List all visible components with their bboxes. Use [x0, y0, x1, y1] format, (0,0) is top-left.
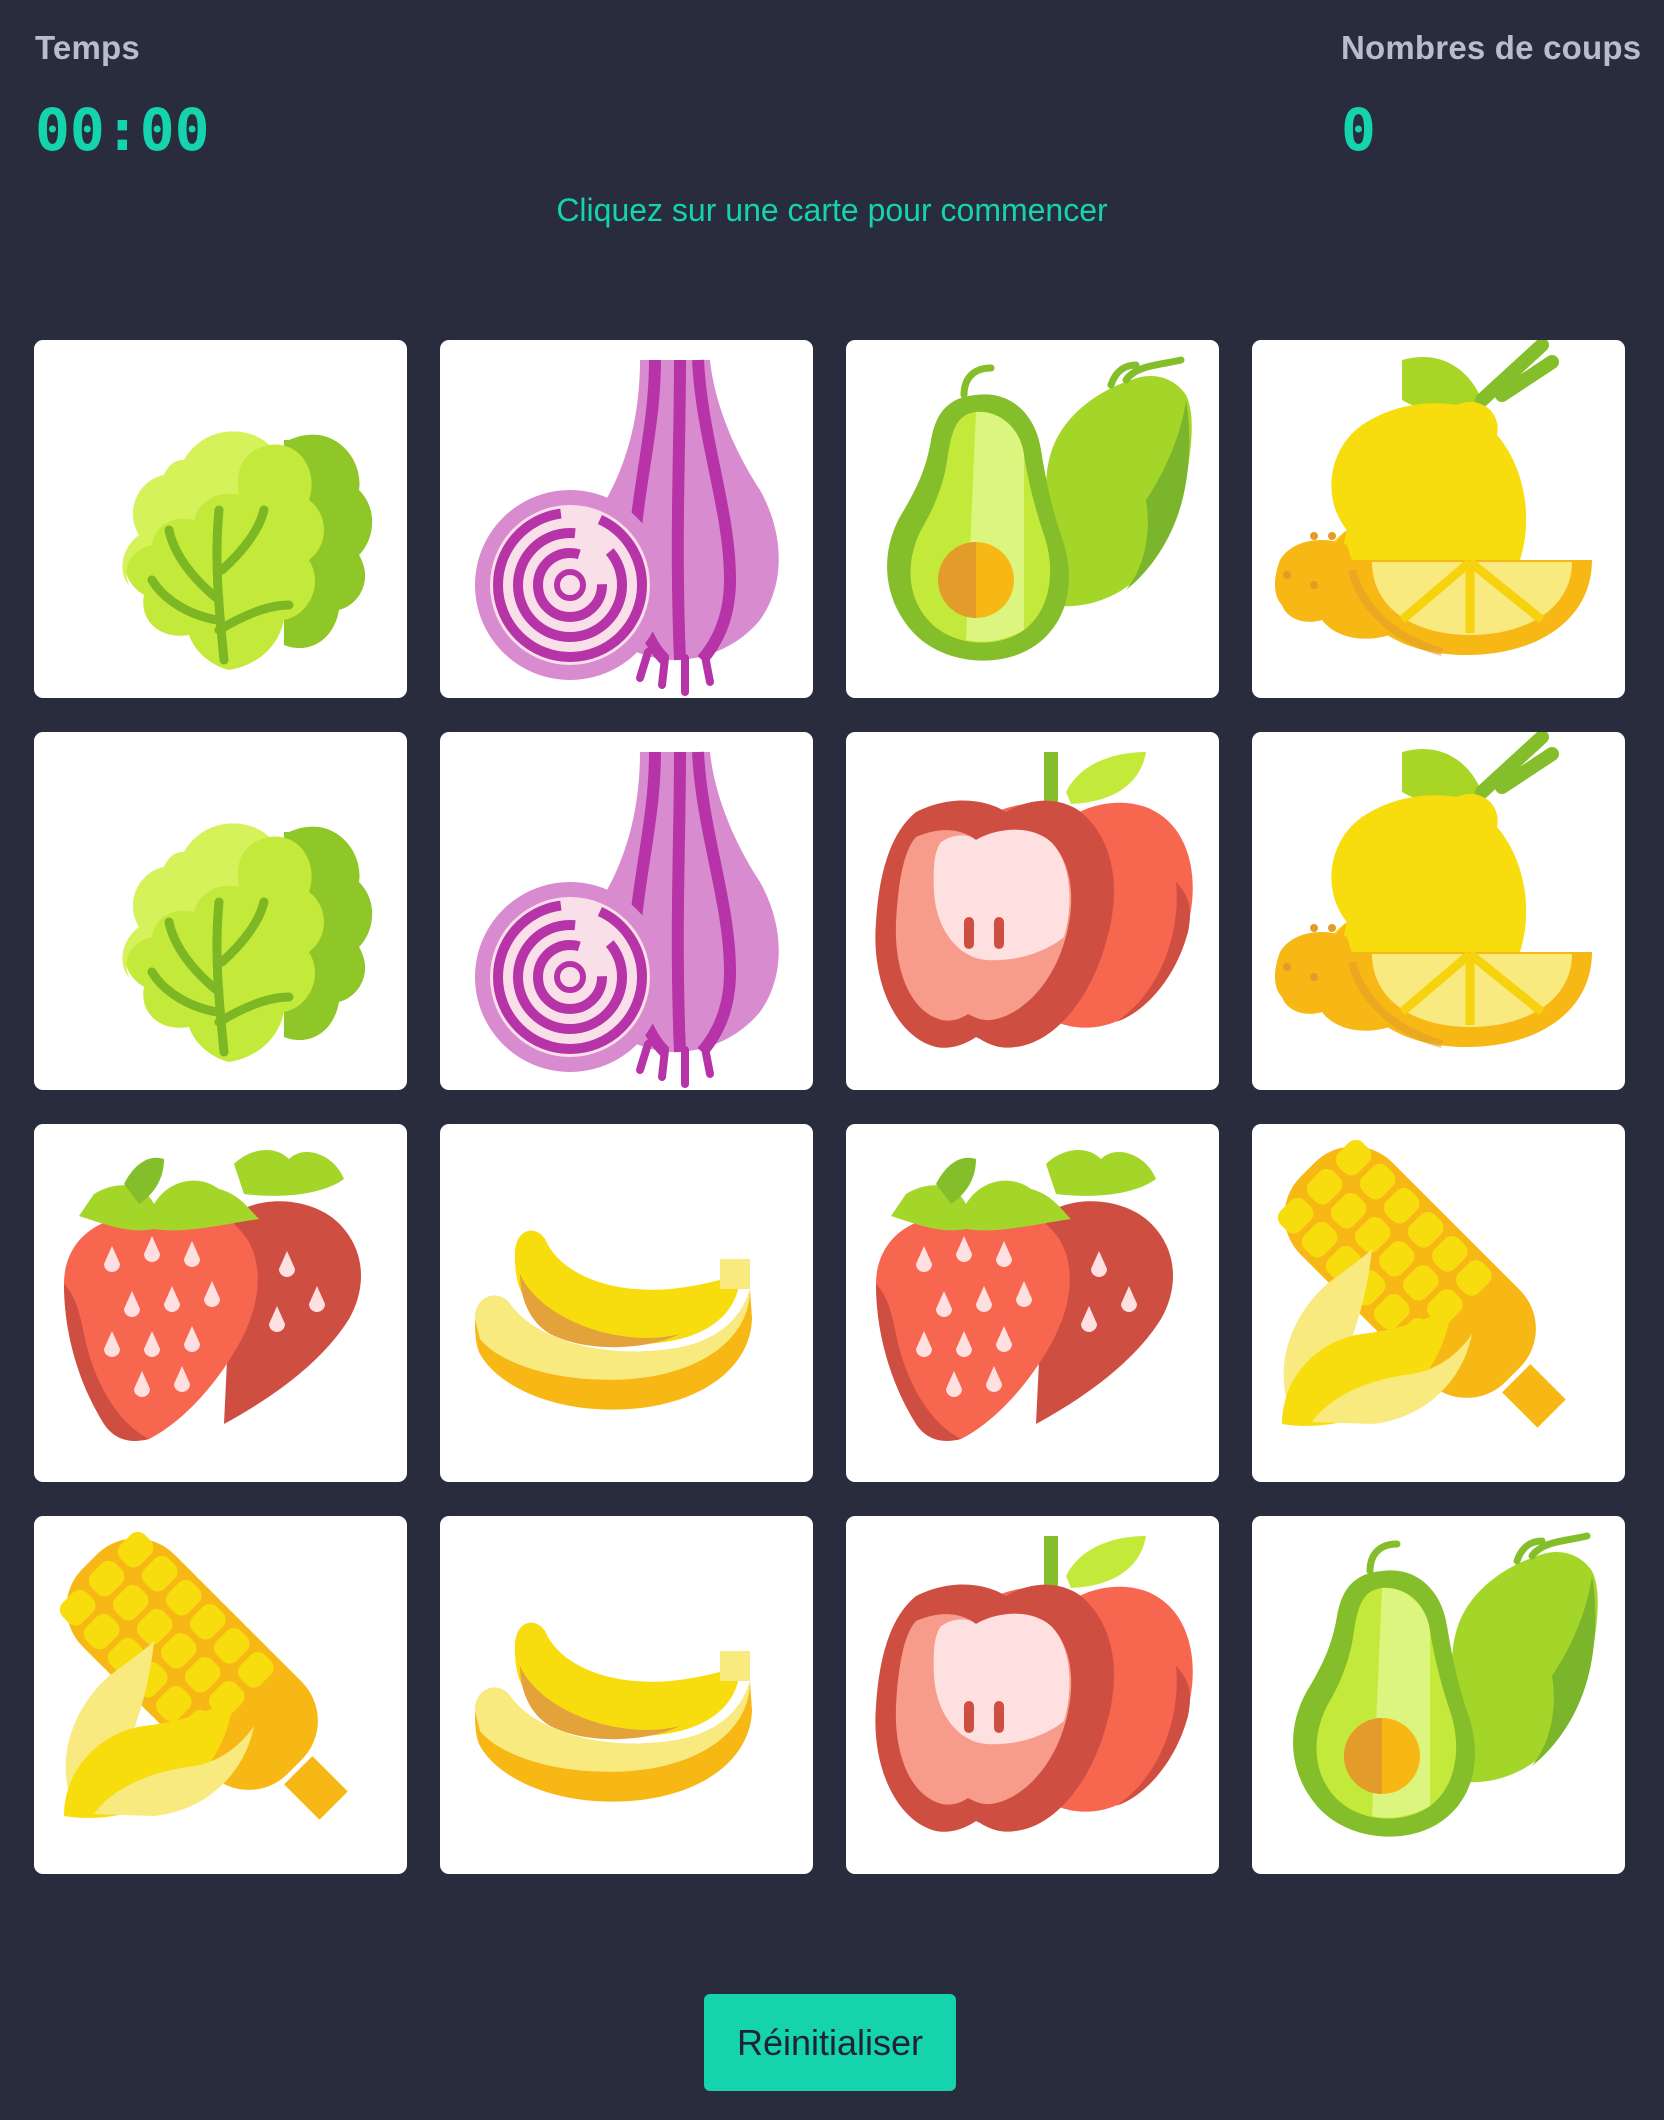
moves-label: Nombres de coups	[1341, 29, 1642, 66]
banana-icon	[475, 1230, 752, 1410]
onion-icon	[475, 359, 779, 696]
memory-card[interactable]	[846, 732, 1219, 1090]
memory-card[interactable]	[34, 732, 407, 1090]
memory-card[interactable]	[846, 340, 1219, 698]
onion-icon	[475, 751, 779, 1088]
corn-icon	[59, 1531, 348, 1820]
memory-card[interactable]	[1252, 1516, 1625, 1874]
lemon-icon	[1275, 340, 1592, 656]
memory-card[interactable]	[1252, 1124, 1625, 1482]
avocado-icon	[1293, 1532, 1598, 1837]
time-label: Temps	[35, 29, 140, 66]
memory-card[interactable]	[440, 732, 813, 1090]
moves-panel: Nombres de coups 0	[1341, 28, 1641, 162]
avocado-icon	[887, 356, 1192, 661]
start-hint: Cliquez sur une carte pour commencer	[556, 192, 1108, 228]
apple-icon	[875, 752, 1193, 1048]
time-value: 00:00	[35, 96, 210, 164]
banana-icon	[475, 1622, 752, 1802]
memory-card[interactable]	[440, 1516, 813, 1874]
memory-card[interactable]	[440, 340, 813, 698]
strawberry-icon	[876, 1149, 1173, 1441]
moves-value: 0	[1341, 96, 1376, 164]
strawberry-icon	[64, 1149, 361, 1441]
memory-card[interactable]	[846, 1516, 1219, 1874]
lettuce-icon	[122, 431, 373, 670]
memory-card[interactable]	[34, 340, 407, 698]
memory-card[interactable]	[1252, 732, 1625, 1090]
corn-icon	[1277, 1139, 1566, 1428]
reset-button[interactable]: Réinitialiser	[704, 1994, 956, 2091]
memory-card[interactable]	[440, 1124, 813, 1482]
memory-card[interactable]	[34, 1516, 407, 1874]
memory-card[interactable]	[846, 1124, 1219, 1482]
lettuce-icon	[122, 823, 373, 1062]
memory-card[interactable]	[1252, 340, 1625, 698]
lemon-icon	[1275, 732, 1592, 1048]
time-panel: Temps 00:00	[35, 28, 210, 162]
apple-icon	[875, 1536, 1193, 1832]
memory-card[interactable]	[34, 1124, 407, 1482]
card-grid	[34, 340, 1625, 1874]
